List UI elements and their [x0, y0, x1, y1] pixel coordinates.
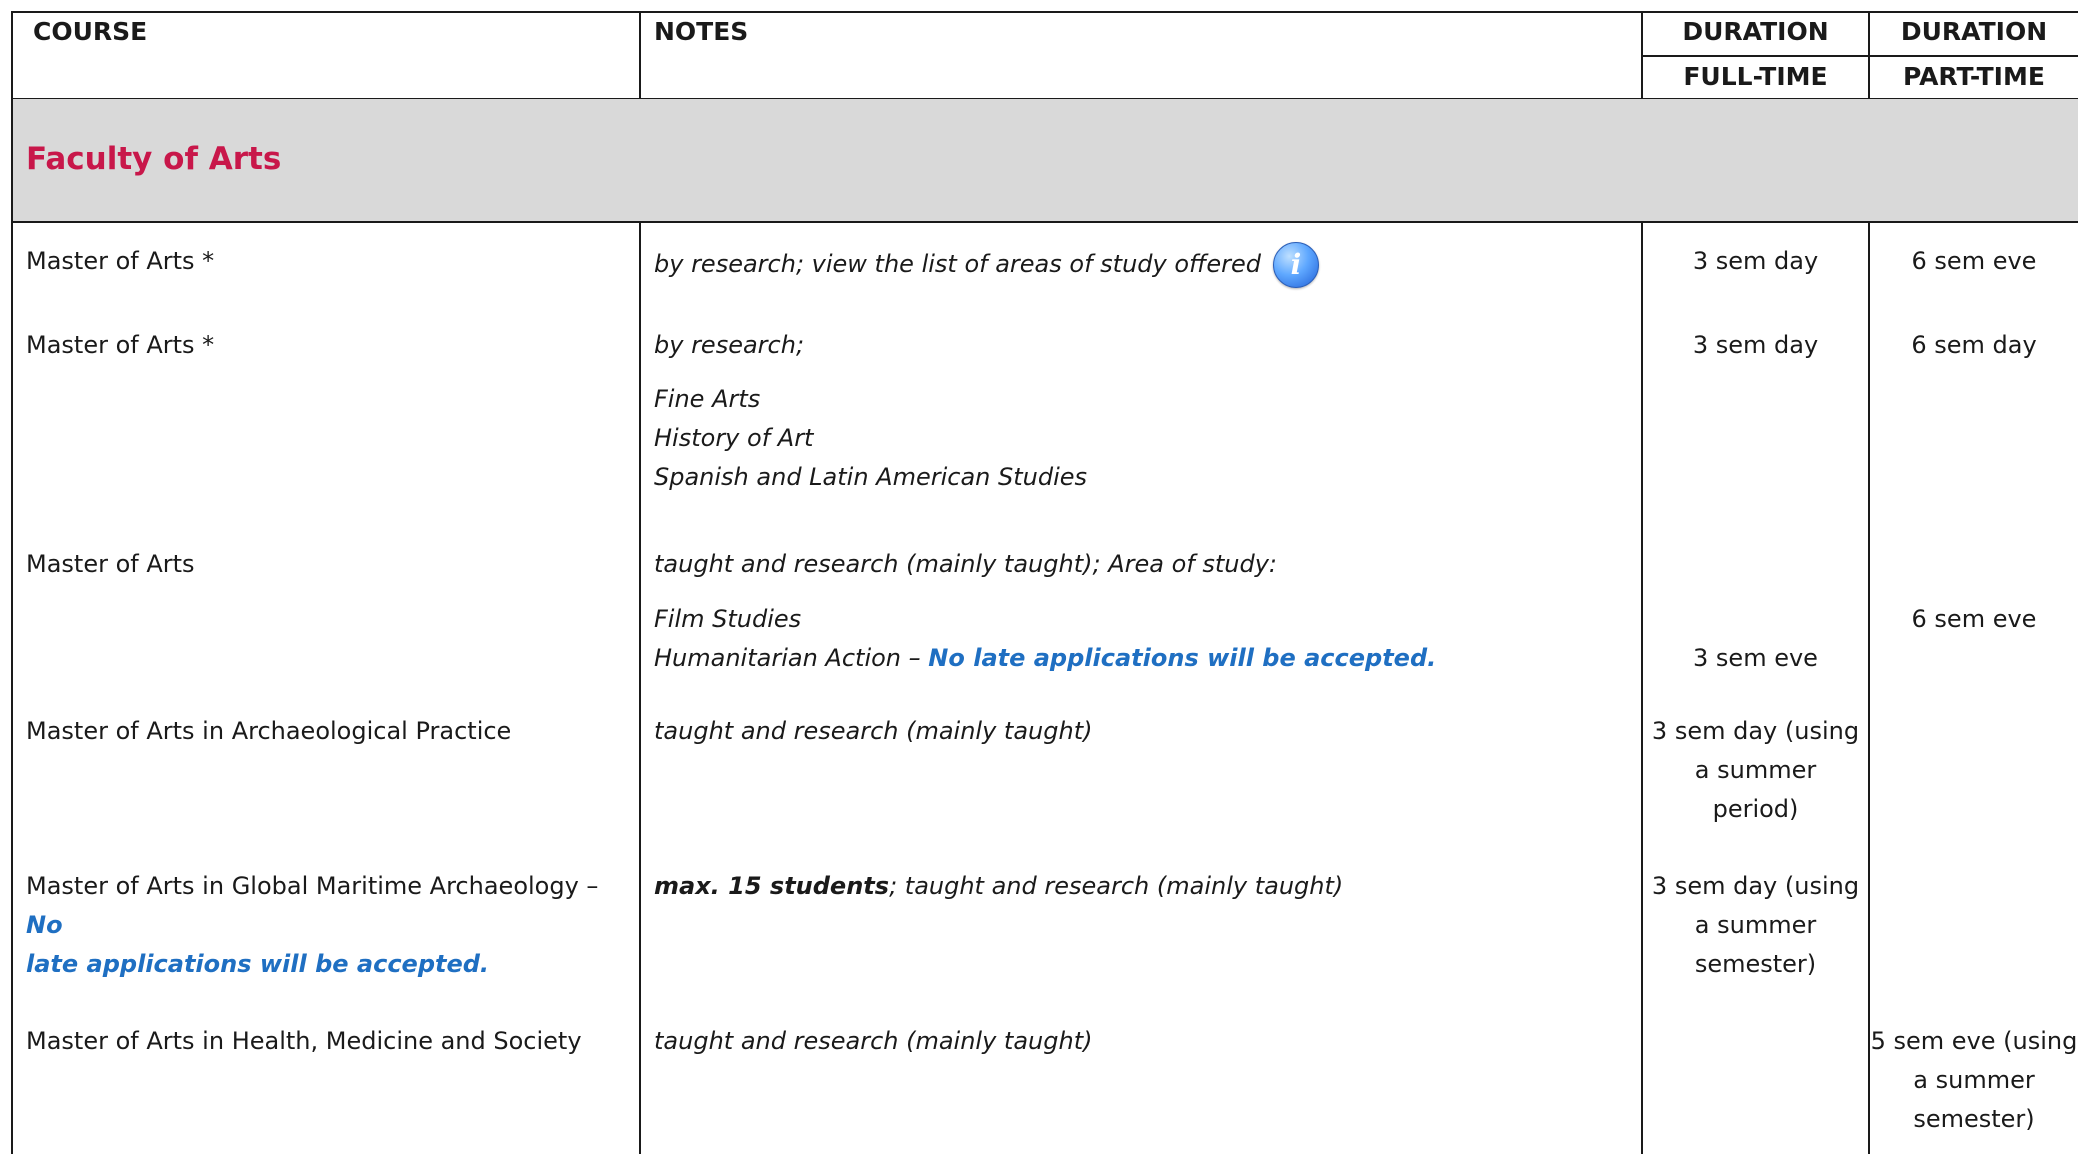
course-name: Master of Arts in Health, Medicine and S…: [26, 1027, 582, 1055]
duration-line: 3 sem day (using: [1651, 872, 1860, 900]
late-application-warning: late applications will be accepted.: [26, 950, 490, 978]
duration-fulltime: 3 sem day (using a summer period): [1643, 712, 1868, 829]
duration-line: semester): [1913, 1105, 2035, 1133]
duration-fulltime: 3 sem day: [1692, 331, 1819, 359]
col-divider-notes: [639, 222, 641, 1154]
duration-parttime: 5 sem eve (using a summer semester): [1870, 1022, 2078, 1139]
notes-text: by research; view the list of areas of s…: [654, 250, 1261, 278]
duration-line: period): [1712, 795, 1799, 823]
header-course: COURSE: [33, 17, 148, 46]
course-table: COURSE NOTES DURATION FULL-TIME DURATION…: [11, 11, 2078, 1154]
course-name: Master of Arts in Global Maritime Archae…: [26, 867, 638, 984]
course-notes: by research;: [654, 331, 805, 359]
area-name: Humanitarian Action –: [654, 644, 921, 672]
course-name: Master of Arts *: [26, 331, 215, 359]
header-parttime: PART-TIME: [1903, 62, 2045, 91]
duration-parttime: 6 sem eve: [1911, 605, 2037, 633]
header-duration-fulltime: DURATION: [1682, 17, 1829, 46]
notes-text: ; taught and research (mainly taught): [889, 872, 1344, 900]
duration-line: 5 sem eve (using: [1870, 1027, 2078, 1055]
header-fulltime: FULL-TIME: [1683, 62, 1828, 91]
faculty-band: [11, 99, 2078, 221]
area-of-study: History of Art: [654, 424, 814, 452]
area-of-study: Fine Arts: [654, 385, 761, 413]
duration-parttime: 6 sem eve: [1911, 247, 2037, 275]
info-icon[interactable]: i: [1272, 242, 1319, 288]
duration-fulltime: 3 sem eve: [1693, 644, 1818, 672]
course-notes: taught and research (mainly taught): [654, 1027, 1093, 1055]
area-of-study: Film Studies: [654, 605, 802, 633]
course-title: Master of Arts in Global Maritime Archae…: [26, 872, 599, 900]
max-students: max. 15 students: [654, 872, 890, 900]
course-notes: taught and research (mainly taught): [654, 717, 1093, 745]
course-name-line: Master of Arts in Global Maritime Archae…: [26, 867, 638, 945]
faculty-title: Faculty of Arts: [26, 141, 282, 177]
late-application-warning: No late applications will be accepted.: [928, 644, 1437, 672]
duration-line: 3 sem day (using: [1651, 717, 1860, 745]
course-notes: by research; view the list of areas of s…: [654, 242, 1319, 288]
course-name: Master of Arts *: [26, 247, 215, 275]
table-top-border: [11, 11, 2078, 13]
area-of-study: Humanitarian Action – No late applicatio…: [654, 639, 1436, 678]
course-notes: max. 15 students; taught and research (m…: [654, 867, 1343, 906]
duration-line: a summer: [1694, 911, 1817, 939]
col-divider-notes: [639, 11, 641, 99]
header-duration-parttime: DURATION: [1900, 17, 2048, 46]
faculty-bottom-border: [11, 221, 2078, 223]
duration-line: semester): [1694, 950, 1817, 978]
course-name: Master of Arts in Archaeological Practic…: [26, 717, 512, 745]
duration-line: a summer: [1913, 1066, 2035, 1094]
course-name: Master of Arts: [26, 550, 195, 578]
header-notes: NOTES: [654, 17, 749, 46]
duration-fulltime: 3 sem day (using a summer semester): [1643, 867, 1868, 984]
duration-fulltime: 3 sem day: [1692, 247, 1819, 275]
duration-line: a summer: [1694, 756, 1817, 784]
duration-parttime: 6 sem day: [1911, 331, 2037, 359]
table-left-border: [11, 11, 13, 1154]
area-of-study: Spanish and Latin American Studies: [654, 463, 1088, 491]
late-application-warning: No: [26, 911, 63, 939]
subheader-divider: [1642, 55, 2078, 57]
course-notes: taught and research (mainly taught); Are…: [654, 550, 1277, 578]
